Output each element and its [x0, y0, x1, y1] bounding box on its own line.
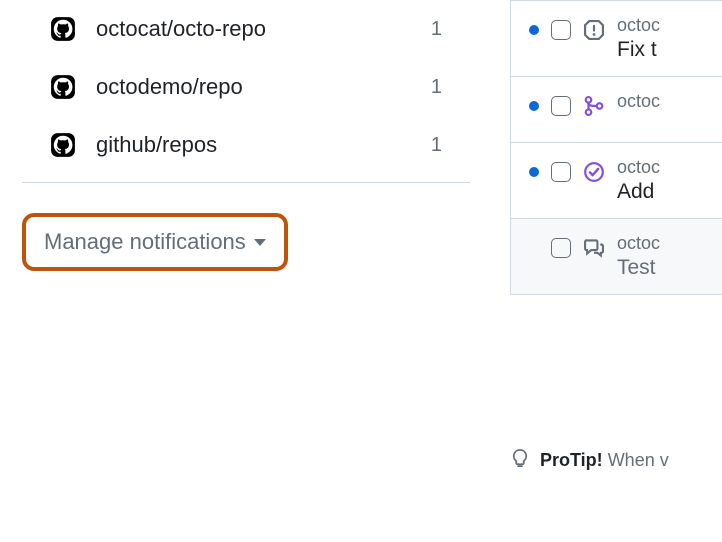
repo-name: octodemo/repo: [96, 74, 431, 100]
manage-notifications-label: Manage notifications: [44, 229, 246, 255]
repo-list-item[interactable]: github/repos 1: [22, 116, 470, 174]
checkbox[interactable]: [551, 20, 571, 40]
checkbox[interactable]: [551, 162, 571, 182]
unread-dot-icon: [529, 101, 539, 111]
protip-label: ProTip!: [540, 450, 603, 470]
check-circle-icon: [583, 161, 605, 183]
github-icon: [50, 16, 76, 42]
checkbox[interactable]: [551, 96, 571, 116]
notification-row[interactable]: octoc Fix t: [511, 0, 722, 77]
notification-repo: octoc: [617, 233, 660, 254]
github-icon: [50, 74, 76, 100]
protip-body: When v: [608, 450, 669, 470]
unread-dot-icon: [529, 25, 539, 35]
discussion-icon: [583, 237, 605, 259]
notification-repo: octoc: [617, 15, 660, 36]
notification-row[interactable]: octoc Add: [511, 143, 722, 219]
checkbox[interactable]: [551, 238, 571, 258]
notification-repo: octoc: [617, 91, 660, 112]
notifications-list: octoc Fix t octoc octoc Add octoc: [510, 0, 722, 295]
notification-repo: octoc: [617, 157, 660, 178]
sidebar-repo-list: octocat/octo-repo 1 octodemo/repo 1 gith…: [22, 0, 470, 271]
divider: [22, 182, 470, 183]
protip: ProTip! When v: [510, 448, 669, 473]
notification-text: octoc: [617, 91, 660, 112]
git-merge-icon: [583, 95, 605, 117]
repo-list-item[interactable]: octodemo/repo 1: [22, 58, 470, 116]
notification-title: Fix t: [617, 38, 660, 62]
notification-row[interactable]: octoc Test: [511, 219, 722, 295]
caret-down-icon: [254, 239, 266, 246]
notification-text: octoc Add: [617, 157, 660, 204]
notification-text: octoc Fix t: [617, 15, 660, 62]
repo-count: 1: [431, 134, 460, 157]
repo-name: octocat/octo-repo: [96, 16, 431, 42]
notification-title: Test: [617, 256, 660, 280]
protip-text: ProTip! When v: [540, 450, 669, 471]
notification-title: Add: [617, 180, 660, 204]
manage-notifications-dropdown[interactable]: Manage notifications: [22, 213, 288, 271]
notification-text: octoc Test: [617, 233, 660, 280]
repo-count: 1: [431, 76, 460, 99]
issue-open-icon: [583, 19, 605, 41]
lightbulb-icon: [510, 448, 530, 473]
repo-name: github/repos: [96, 132, 431, 158]
repo-count: 1: [431, 18, 460, 41]
unread-dot-icon: [529, 167, 539, 177]
notification-row[interactable]: octoc: [511, 77, 722, 143]
repo-list-item[interactable]: octocat/octo-repo 1: [22, 0, 470, 58]
github-icon: [50, 132, 76, 158]
